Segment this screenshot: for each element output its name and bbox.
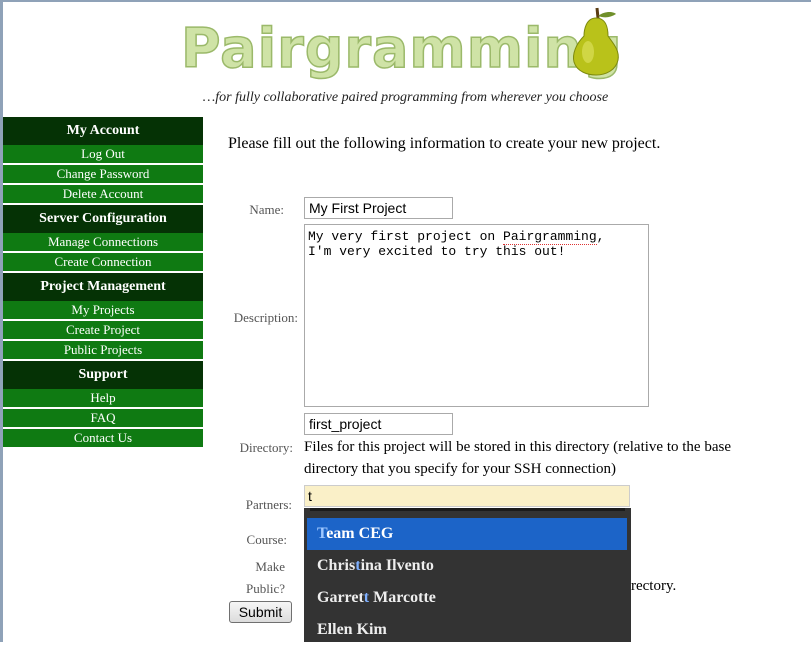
partners-input[interactable] (304, 485, 630, 507)
directory-input[interactable] (304, 413, 453, 435)
submit-button[interactable]: Submit (229, 601, 292, 623)
obscured-help-text: rectory. (631, 578, 677, 594)
description-misspelled-word: Pairgramming (503, 229, 597, 245)
sidebar-section-server-configuration: Server Configuration (3, 205, 203, 233)
course-label: Course: (246, 532, 287, 547)
autocomplete-option-team-ceg[interactable]: Team CEG (307, 518, 627, 550)
sidebar-item-change-password[interactable]: Change Password (3, 165, 203, 185)
sidebar-item-public-projects[interactable]: Public Projects (3, 341, 203, 361)
sidebar-item-manage-connections[interactable]: Manage Connections (3, 233, 203, 253)
description-text-post: , (596, 229, 605, 244)
sidebar-item-log-out[interactable]: Log Out (3, 145, 203, 165)
name-label: Name: (249, 202, 284, 217)
sidebar-item-faq[interactable]: FAQ (3, 409, 203, 429)
sidebar-item-create-project[interactable]: Create Project (3, 321, 203, 341)
partners-label: Partners: (245, 497, 292, 512)
directory-help-text: Files for this project will be stored in… (304, 439, 731, 477)
sidebar-section-project-management: Project Management (3, 273, 203, 301)
sidebar-item-delete-account[interactable]: Delete Account (3, 185, 203, 205)
option-text-pre: Garret (317, 589, 364, 606)
pear-logo-icon (573, 7, 619, 76)
description-label: Description: (233, 310, 298, 325)
option-text-post: eam CEG (326, 525, 394, 542)
window-top-border (0, 0, 811, 2)
sidebar-item-create-connection[interactable]: Create Connection (3, 253, 203, 273)
form-intro-text: Please fill out the following informatio… (228, 135, 661, 152)
option-text-pre: Ellen Kim (317, 621, 387, 638)
sidebar-nav: My Account Log Out Change Password Delet… (3, 117, 203, 449)
option-text-post: Marcotte (369, 589, 436, 606)
autocomplete-top-bar (310, 508, 625, 518)
autocomplete-option-garrett-marcotte[interactable]: Garrett Marcotte (307, 582, 627, 614)
sidebar-section-my-account: My Account (3, 117, 203, 145)
site-tagline: …for fully collaborative paired programm… (202, 90, 609, 105)
make-public-label-line2: Public? (246, 581, 285, 596)
sidebar-item-my-projects[interactable]: My Projects (3, 301, 203, 321)
option-text-post: ina Ilvento (360, 557, 434, 574)
site-logo-text: Pairgramming (180, 17, 623, 81)
sidebar-item-help[interactable]: Help (3, 389, 203, 409)
option-match-highlight: T (317, 525, 327, 542)
sidebar-section-support: Support (3, 361, 203, 389)
project-name-input[interactable] (304, 197, 453, 219)
description-text-pre: My very first project on (308, 229, 504, 244)
sidebar-item-contact-us[interactable]: Contact Us (3, 429, 203, 449)
partners-autocomplete-list: Team CEG Christina Ilvento Garrett Marco… (304, 508, 631, 642)
description-textarea[interactable]: My very first project on Pairgramming, I… (304, 224, 649, 407)
make-public-label: Make (255, 559, 285, 574)
autocomplete-option-ellen-kim[interactable]: Ellen Kim (307, 614, 627, 646)
directory-label: Directory: (239, 440, 293, 455)
description-line-2: I'm very excited to try this out! (308, 244, 566, 259)
option-text-pre: Chris (317, 557, 356, 574)
autocomplete-option-christina-ilvento[interactable]: Christina Ilvento (307, 550, 627, 582)
